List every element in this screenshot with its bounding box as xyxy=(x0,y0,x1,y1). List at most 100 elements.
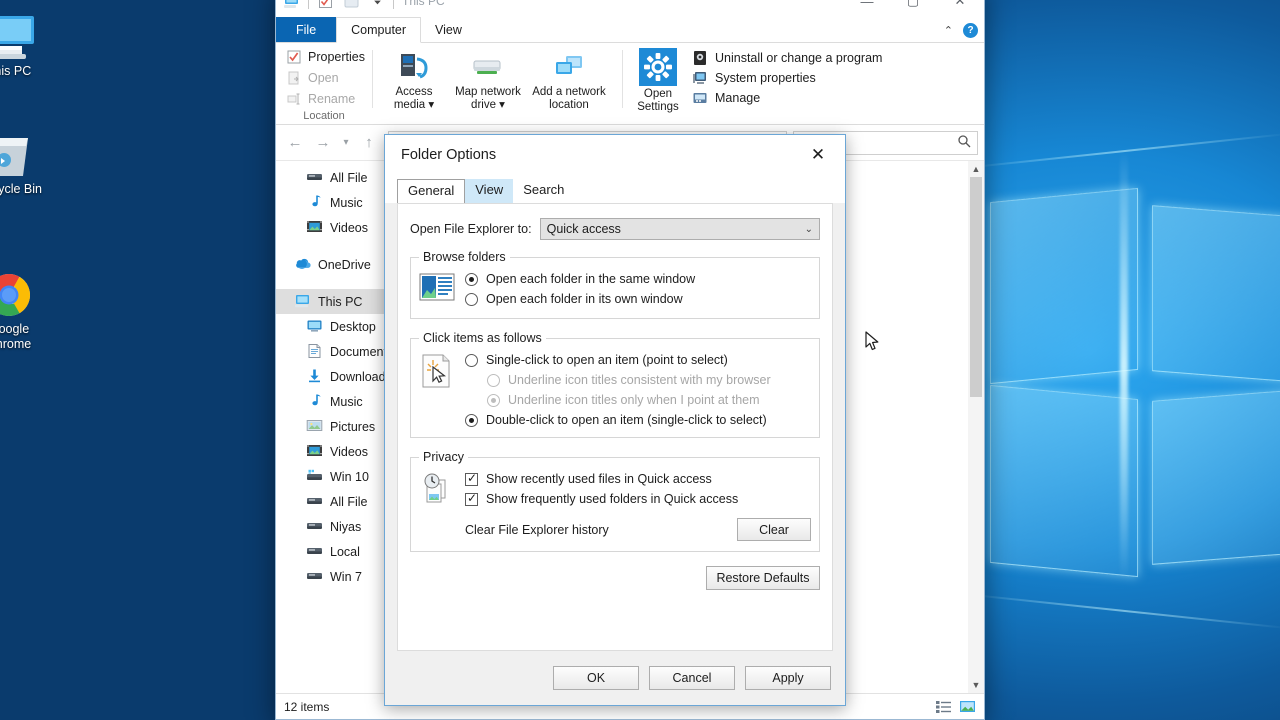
sidebar-item-all-file[interactable]: All File xyxy=(276,165,388,190)
sidebar-item-pictures[interactable]: Pictures xyxy=(276,414,388,439)
sidebar-item-videos[interactable]: Videos xyxy=(276,215,388,240)
sidebar-item-this-pc[interactable]: This PC xyxy=(276,289,388,314)
radio-open-same-window[interactable]: Open each folder in the same window xyxy=(465,272,811,286)
help-icon[interactable]: ? xyxy=(963,22,978,38)
sidebar-item-label: Downloads xyxy=(330,369,388,384)
apply-button[interactable]: Apply xyxy=(745,666,831,690)
ribbon-command-label: Access media ▾ xyxy=(393,86,435,111)
sidebar-item-win-7[interactable]: Win 7 xyxy=(276,564,388,589)
system-drive-icon xyxy=(306,468,323,485)
sidebar-item-all-file[interactable]: All File xyxy=(276,489,388,514)
properties-icon[interactable] xyxy=(315,0,335,11)
checkbox-show-recent-files[interactable]: Show recently used files in Quick access xyxy=(465,471,811,486)
browse-folders-options: Open each folder in the same window Open… xyxy=(465,270,811,306)
radio-underline-consistent-browser[interactable]: Underline icon titles consistent with my… xyxy=(465,373,811,387)
radio-open-own-window[interactable]: Open each folder in its own window xyxy=(465,292,811,306)
radio-indicator xyxy=(487,373,500,387)
ribbon-command-map-network-drive[interactable]: Map network drive ▾ xyxy=(452,48,524,113)
tab-general[interactable]: General xyxy=(397,179,466,204)
browse-folders-legend: Browse folders xyxy=(423,250,506,264)
ribbon-command-system-properties[interactable]: System properties xyxy=(692,70,882,86)
customize-quick-access-icon[interactable] xyxy=(367,0,387,11)
ribbon-command-properties[interactable]: Properties xyxy=(282,48,366,66)
sidebar-item-videos[interactable]: Videos xyxy=(276,439,388,464)
this-pc-icon xyxy=(0,10,52,64)
quick-access-toolbar xyxy=(282,0,394,11)
tab-search[interactable]: Search xyxy=(513,179,574,203)
up-button[interactable]: ↑ xyxy=(356,130,382,156)
ribbon-command-rename[interactable]: Rename xyxy=(282,90,366,108)
click-items-group: Click items as follows Single-click to o… xyxy=(410,331,820,438)
sidebar-item-label: OneDrive xyxy=(318,257,371,272)
checkbox-show-frequent-folders[interactable]: Show frequently used folders in Quick ac… xyxy=(465,491,811,506)
ribbon-command-label: Map network drive ▾ xyxy=(455,86,521,111)
ribbon-command-open-settings[interactable]: Open Settings xyxy=(628,46,688,124)
forward-button[interactable]: → xyxy=(310,130,336,156)
scroll-up-arrow-icon[interactable]: ▲ xyxy=(968,161,984,177)
sidebar-item-label: Videos xyxy=(330,220,368,235)
scrollbar-thumb[interactable] xyxy=(970,177,982,397)
settings-gear-icon xyxy=(639,48,677,86)
sidebar-item-niyas[interactable]: Niyas xyxy=(276,514,388,539)
sidebar-item-desktop[interactable]: Desktop xyxy=(276,314,388,339)
restore-defaults-button[interactable]: Restore Defaults xyxy=(706,566,820,590)
dialog-close-button[interactable]: ✕ xyxy=(799,140,837,170)
maximize-button[interactable]: ▢ xyxy=(890,0,936,17)
onedrive-icon xyxy=(294,256,311,273)
this-pc-icon[interactable] xyxy=(282,0,302,11)
back-button[interactable]: ← xyxy=(282,130,308,156)
sidebar-item-label: Local xyxy=(330,544,360,559)
tab-computer[interactable]: Computer xyxy=(336,17,422,43)
sidebar-item-music[interactable]: Music xyxy=(276,389,388,414)
large-icons-view-icon[interactable] xyxy=(958,698,976,716)
checkbox-label: Show frequently used folders in Quick ac… xyxy=(486,492,739,506)
sidebar-item-downloads[interactable]: Downloads xyxy=(276,364,388,389)
location-commands: Properties Open Rename xyxy=(282,46,366,108)
ribbon-command-manage[interactable]: Manage xyxy=(692,90,882,106)
open-explorer-to-select[interactable]: Quick access ⌄ xyxy=(539,218,820,240)
radio-underline-on-point[interactable]: Underline icon titles only when I point … xyxy=(465,393,811,407)
navigation-pane: All File Music Videos OneDrive This PC Deskto… xyxy=(276,161,388,693)
content-scrollbar[interactable]: ▲ ▼ xyxy=(968,161,984,693)
tab-view[interactable]: View xyxy=(421,17,476,42)
close-button[interactable]: ✕ xyxy=(936,0,984,17)
this-pc-icon xyxy=(294,293,311,310)
nav-pane-separator xyxy=(276,277,388,289)
open-icon xyxy=(286,70,302,86)
checkbox-indicator xyxy=(465,491,478,506)
ok-button[interactable]: OK xyxy=(553,666,639,690)
general-tab-panel: Open File Explorer to: Quick access ⌄ Br… xyxy=(397,203,833,651)
radio-single-click[interactable]: Single-click to open an item (point to s… xyxy=(465,353,811,367)
sidebar-item-win-10[interactable]: Win 10 xyxy=(276,464,388,489)
sidebar-item-music[interactable]: Music xyxy=(276,190,388,215)
radio-double-click[interactable]: Double-click to open an item (single-cli… xyxy=(465,413,811,427)
sidebar-item-local[interactable]: Local xyxy=(276,539,388,564)
desktop-icon-this-pc[interactable]: This PC xyxy=(0,10,52,79)
clear-button[interactable]: Clear xyxy=(737,518,811,541)
sidebar-item-documents[interactable]: Documents xyxy=(276,339,388,364)
collapse-ribbon-chevron-icon[interactable]: ⌃ xyxy=(944,24,953,37)
wallpaper-window-pane xyxy=(1152,205,1280,385)
minimize-button[interactable]: — xyxy=(844,0,890,17)
click-items-options: Single-click to open an item (point to s… xyxy=(465,351,811,427)
ribbon-group-system: Open Settings Uninstall or change a prog… xyxy=(622,46,984,124)
ribbon-command-open[interactable]: Open xyxy=(282,69,366,87)
radio-label: Open each folder in its own window xyxy=(486,292,683,306)
nav-pane-separator xyxy=(276,240,388,252)
sidebar-item-label: Win 10 xyxy=(330,469,369,484)
ribbon-command-access-media[interactable]: Access media ▾ xyxy=(378,48,450,113)
new-folder-icon[interactable] xyxy=(341,0,361,11)
dialog-title-bar: Folder Options ✕ xyxy=(385,135,845,175)
ribbon-command-uninstall-program[interactable]: Uninstall or change a program xyxy=(692,50,882,66)
folder-options-dialog: Folder Options ✕ General View Search Ope… xyxy=(384,134,879,706)
scroll-down-arrow-icon[interactable]: ▼ xyxy=(968,677,984,693)
tab-file[interactable]: File xyxy=(276,17,337,42)
cancel-button[interactable]: Cancel xyxy=(649,666,735,690)
sidebar-item-onedrive[interactable]: OneDrive xyxy=(276,252,388,277)
tab-view[interactable]: View xyxy=(465,179,514,203)
ribbon-command-add-network-location[interactable]: Add a network location xyxy=(526,48,612,113)
details-view-icon[interactable] xyxy=(934,698,952,716)
desktop-icon-google-chrome[interactable]: Google Chrome xyxy=(0,268,52,352)
recent-locations-button[interactable]: ▾ xyxy=(338,130,354,156)
desktop-icon-recycle-bin[interactable]: Recycle Bin xyxy=(0,128,52,197)
